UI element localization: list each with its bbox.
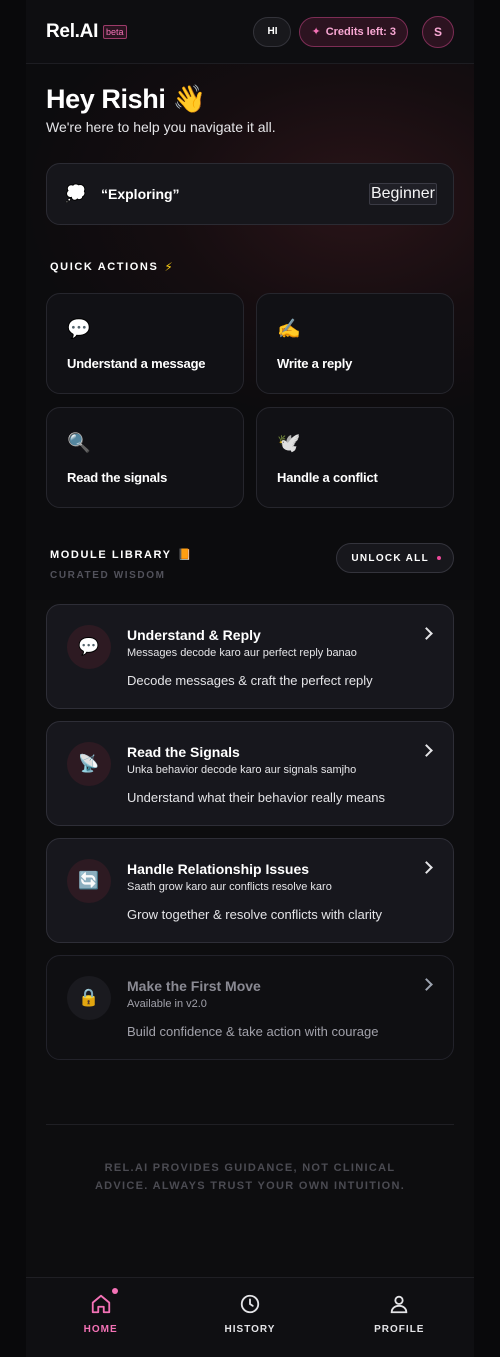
page-subtitle: We're here to help you navigate it all. (46, 119, 276, 135)
module-subtitle: Unka behavior decode karo aur signals sa… (127, 764, 357, 776)
refresh-icon: 🔄 (67, 859, 111, 903)
nav-profile[interactable]: PROFILE (325, 1278, 474, 1357)
module-list: 💬 Understand & Reply Messages decode kar… (46, 604, 454, 1060)
dove-icon: 🕊️ (277, 433, 301, 454)
app-shell: Rel.AI beta HI ✦ Credits left: 3 S Hey R… (26, 0, 474, 1357)
speech-bubble-icon: 💬 (67, 319, 91, 340)
nav-history[interactable]: HISTORY (175, 1278, 324, 1357)
top-bar: Rel.AI beta HI ✦ Credits left: 3 S (26, 0, 474, 64)
module-body: Understand & Reply Messages decode karo … (127, 625, 373, 708)
module-library-title: MODULE LIBRARY (50, 548, 172, 561)
module-subtitle: Saath grow karo aur conflicts resolve ka… (127, 881, 332, 893)
beta-badge: beta (103, 24, 127, 39)
mode-card[interactable]: 💭 “Exploring” Beginner (46, 163, 454, 225)
user-icon (388, 1293, 410, 1315)
module-body: Handle Relationship Issues Saath grow ka… (127, 859, 382, 942)
module-understand-reply[interactable]: 💬 Understand & Reply Messages decode kar… (46, 604, 454, 709)
credits-label: Credits left: 3 (325, 25, 396, 38)
header-actions: HI ✦ Credits left: 3 S (253, 15, 454, 48)
lightning-icon: ⚡ (164, 260, 173, 274)
nav-history-label: HISTORY (224, 1324, 276, 1335)
module-description: Decode messages & craft the perfect repl… (127, 673, 373, 688)
quick-actions-heading: QUICK ACTIONS ⚡ (50, 260, 474, 274)
chevron-right-icon (420, 744, 433, 757)
bottom-nav: HOME HISTORY PROFILE (26, 1277, 474, 1357)
thought-bubble-icon: 💭 (65, 184, 87, 203)
disclaimer-text: REL.AI PROVIDES GUIDANCE, NOT CLINICAL A… (94, 1162, 406, 1192)
avatar[interactable]: S (422, 15, 454, 48)
unlock-all-button[interactable]: UNLOCK ALL (336, 543, 454, 573)
module-subtitle: Available in v2.0 (127, 998, 207, 1010)
satellite-dish-icon: 📡 (67, 742, 111, 786)
module-handle-issues[interactable]: 🔄 Handle Relationship Issues Saath grow … (46, 838, 454, 943)
module-library-titles: MODULE LIBRARY 📙 CURATED WISDOM (50, 548, 192, 582)
quick-action-handle-conflict[interactable]: 🕊️ Handle a conflict (256, 407, 454, 508)
quick-action-read-signals[interactable]: 🔍 Read the signals (46, 407, 244, 508)
module-library-header: MODULE LIBRARY 📙 CURATED WISDOM UNLOCK A… (50, 543, 454, 582)
credits-button[interactable]: ✦ Credits left: 3 (299, 16, 408, 47)
brand-logo[interactable]: Rel.AI (46, 21, 98, 43)
notification-dot (111, 1288, 118, 1294)
sparkle-icon: ✦ (311, 26, 321, 38)
module-subtitle: Messages decode karo aur perfect reply b… (127, 647, 357, 659)
language-toggle-button[interactable]: HI (253, 16, 292, 47)
quick-actions-title: QUICK ACTIONS (50, 261, 159, 273)
speech-bubble-icon: 💬 (67, 625, 111, 669)
chevron-right-icon (420, 978, 433, 991)
dot-icon (437, 556, 441, 560)
module-read-signals[interactable]: 📡 Read the Signals Unka behavior decode … (46, 721, 454, 826)
quick-action-understand-message[interactable]: 💬 Understand a message (46, 293, 244, 394)
quick-action-label: Handle a conflict (277, 470, 378, 485)
level-selector[interactable]: Beginner (368, 183, 437, 205)
divider (46, 1124, 454, 1125)
book-icon: 📙 (177, 549, 192, 561)
nav-profile-label: PROFILE (374, 1324, 425, 1335)
lock-icon: 🔒 (67, 976, 111, 1020)
unlock-all-label: UNLOCK ALL (351, 552, 429, 564)
nav-home-label: HOME (83, 1324, 118, 1335)
mode-text: “Exploring” (101, 186, 180, 202)
module-title: Understand & Reply (127, 627, 261, 643)
module-body: Make the First Move Available in v2.0 Bu… (127, 976, 379, 1059)
module-title: Handle Relationship Issues (127, 861, 310, 877)
quick-action-write-reply[interactable]: ✍️ Write a reply (256, 293, 454, 394)
home-icon (90, 1288, 118, 1315)
quick-action-label: Read the signals (67, 470, 168, 485)
module-description: Understand what their behavior really me… (127, 790, 385, 805)
quick-actions-grid: 💬 Understand a message ✍️ Write a reply … (46, 293, 454, 508)
quick-action-label: Understand a message (67, 356, 206, 371)
module-first-move-locked[interactable]: 🔒 Make the First Move Available in v2.0 … (46, 955, 454, 1060)
chevron-right-icon (420, 627, 433, 640)
writing-hand-icon: ✍️ (277, 319, 301, 340)
magnifier-icon: 🔍 (67, 433, 91, 454)
module-library-subtitle: CURATED WISDOM (50, 570, 166, 581)
quick-action-label: Write a reply (277, 356, 353, 371)
greeting-section: Hey Rishi 👋 We're here to help you navig… (26, 64, 474, 135)
clock-icon (239, 1293, 261, 1315)
chevron-right-icon (420, 861, 433, 874)
nav-home[interactable]: HOME (26, 1278, 175, 1357)
module-description: Build confidence & take action with cour… (127, 1024, 379, 1039)
module-title: Read the Signals (127, 744, 240, 760)
page-title: Hey Rishi 👋 (46, 84, 206, 114)
module-body: Read the Signals Unka behavior decode ka… (127, 742, 385, 825)
module-title: Make the First Move (127, 978, 261, 994)
module-description: Grow together & resolve conflicts with c… (127, 907, 383, 922)
